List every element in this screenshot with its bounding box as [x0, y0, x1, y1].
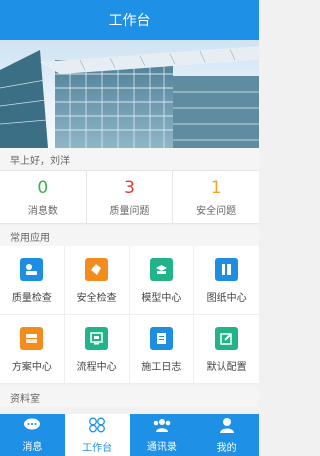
page-title: 工作台 [108, 13, 151, 29]
stat-label: 消息数 [27, 205, 58, 217]
section-title-library: 资料室 [0, 387, 259, 407]
app-label: 流程中心 [76, 362, 117, 373]
app-item[interactable]: 模型中心 [129, 246, 195, 315]
plan-center-icon [20, 327, 44, 350]
tab-label: 工作台 [82, 442, 113, 454]
stat-item[interactable]: 3 质量问题 [85, 171, 173, 223]
user-icon [219, 417, 235, 437]
app-item[interactable]: 流程中心 [64, 315, 130, 384]
stat-value: 3 [124, 177, 135, 198]
app-label: 质量检查 [11, 293, 52, 304]
chat-icon [23, 417, 41, 436]
apps-grid: 质量检查 安全检查 模型中心 图纸中心方案中心 流程中心 施工日志 默认配置 [0, 246, 259, 384]
app-label: 模型中心 [141, 293, 182, 304]
section-title-apps: 常用应用 [0, 226, 259, 246]
header-bar: 工作台 [0, 0, 259, 40]
building-illustration [0, 46, 259, 148]
app-label: 方案中心 [11, 362, 52, 373]
greeting-text: 早上好，刘洋 [0, 148, 259, 170]
stat-label: 安全问题 [196, 205, 237, 217]
process-center-icon [85, 327, 109, 350]
stat-label: 质量问题 [109, 205, 150, 217]
app-label: 默认配置 [206, 362, 247, 373]
tab-chat[interactable]: 消息 [0, 414, 65, 456]
app-item[interactable]: 质量检查 [0, 246, 65, 315]
stat-item[interactable]: 0 消息数 [0, 171, 86, 223]
tab-workbench[interactable]: 工作台 [64, 414, 130, 456]
banner-image [0, 40, 259, 148]
construction-log-icon [149, 327, 173, 350]
app-item[interactable]: 图纸中心 [194, 246, 259, 315]
tab-label: 消息 [22, 442, 43, 453]
app-label: 图纸中心 [206, 293, 247, 304]
default-config-icon [215, 327, 239, 350]
stat-value: 1 [210, 177, 222, 198]
model-center-icon [149, 258, 173, 281]
stat-value: 0 [37, 177, 49, 198]
stats-panel: 0 消息数 3 质量问题 1 安全问题 [0, 170, 259, 224]
quality-check-icon [20, 258, 44, 281]
app-item[interactable]: 施工日志 [129, 315, 195, 384]
drawing-center-icon [215, 258, 239, 281]
stat-item[interactable]: 1 安全问题 [172, 171, 259, 223]
tab-contacts[interactable]: 通讯录 [130, 414, 195, 456]
workbench-icon [88, 417, 106, 437]
app-label: 安全检查 [76, 293, 117, 304]
tab-user[interactable]: 我的 [194, 414, 259, 456]
app-label: 施工日志 [141, 362, 182, 373]
tab-label: 我的 [216, 442, 237, 454]
contacts-icon [152, 417, 172, 436]
safety-check-icon [85, 258, 109, 281]
tab-label: 通讯录 [146, 442, 177, 453]
bottom-tab-bar: 消息 工作台 通讯录 我的 [0, 414, 259, 456]
app-item[interactable]: 安全检查 [64, 246, 130, 315]
app-item[interactable]: 默认配置 [194, 315, 259, 384]
app-item[interactable]: 方案中心 [0, 315, 65, 384]
